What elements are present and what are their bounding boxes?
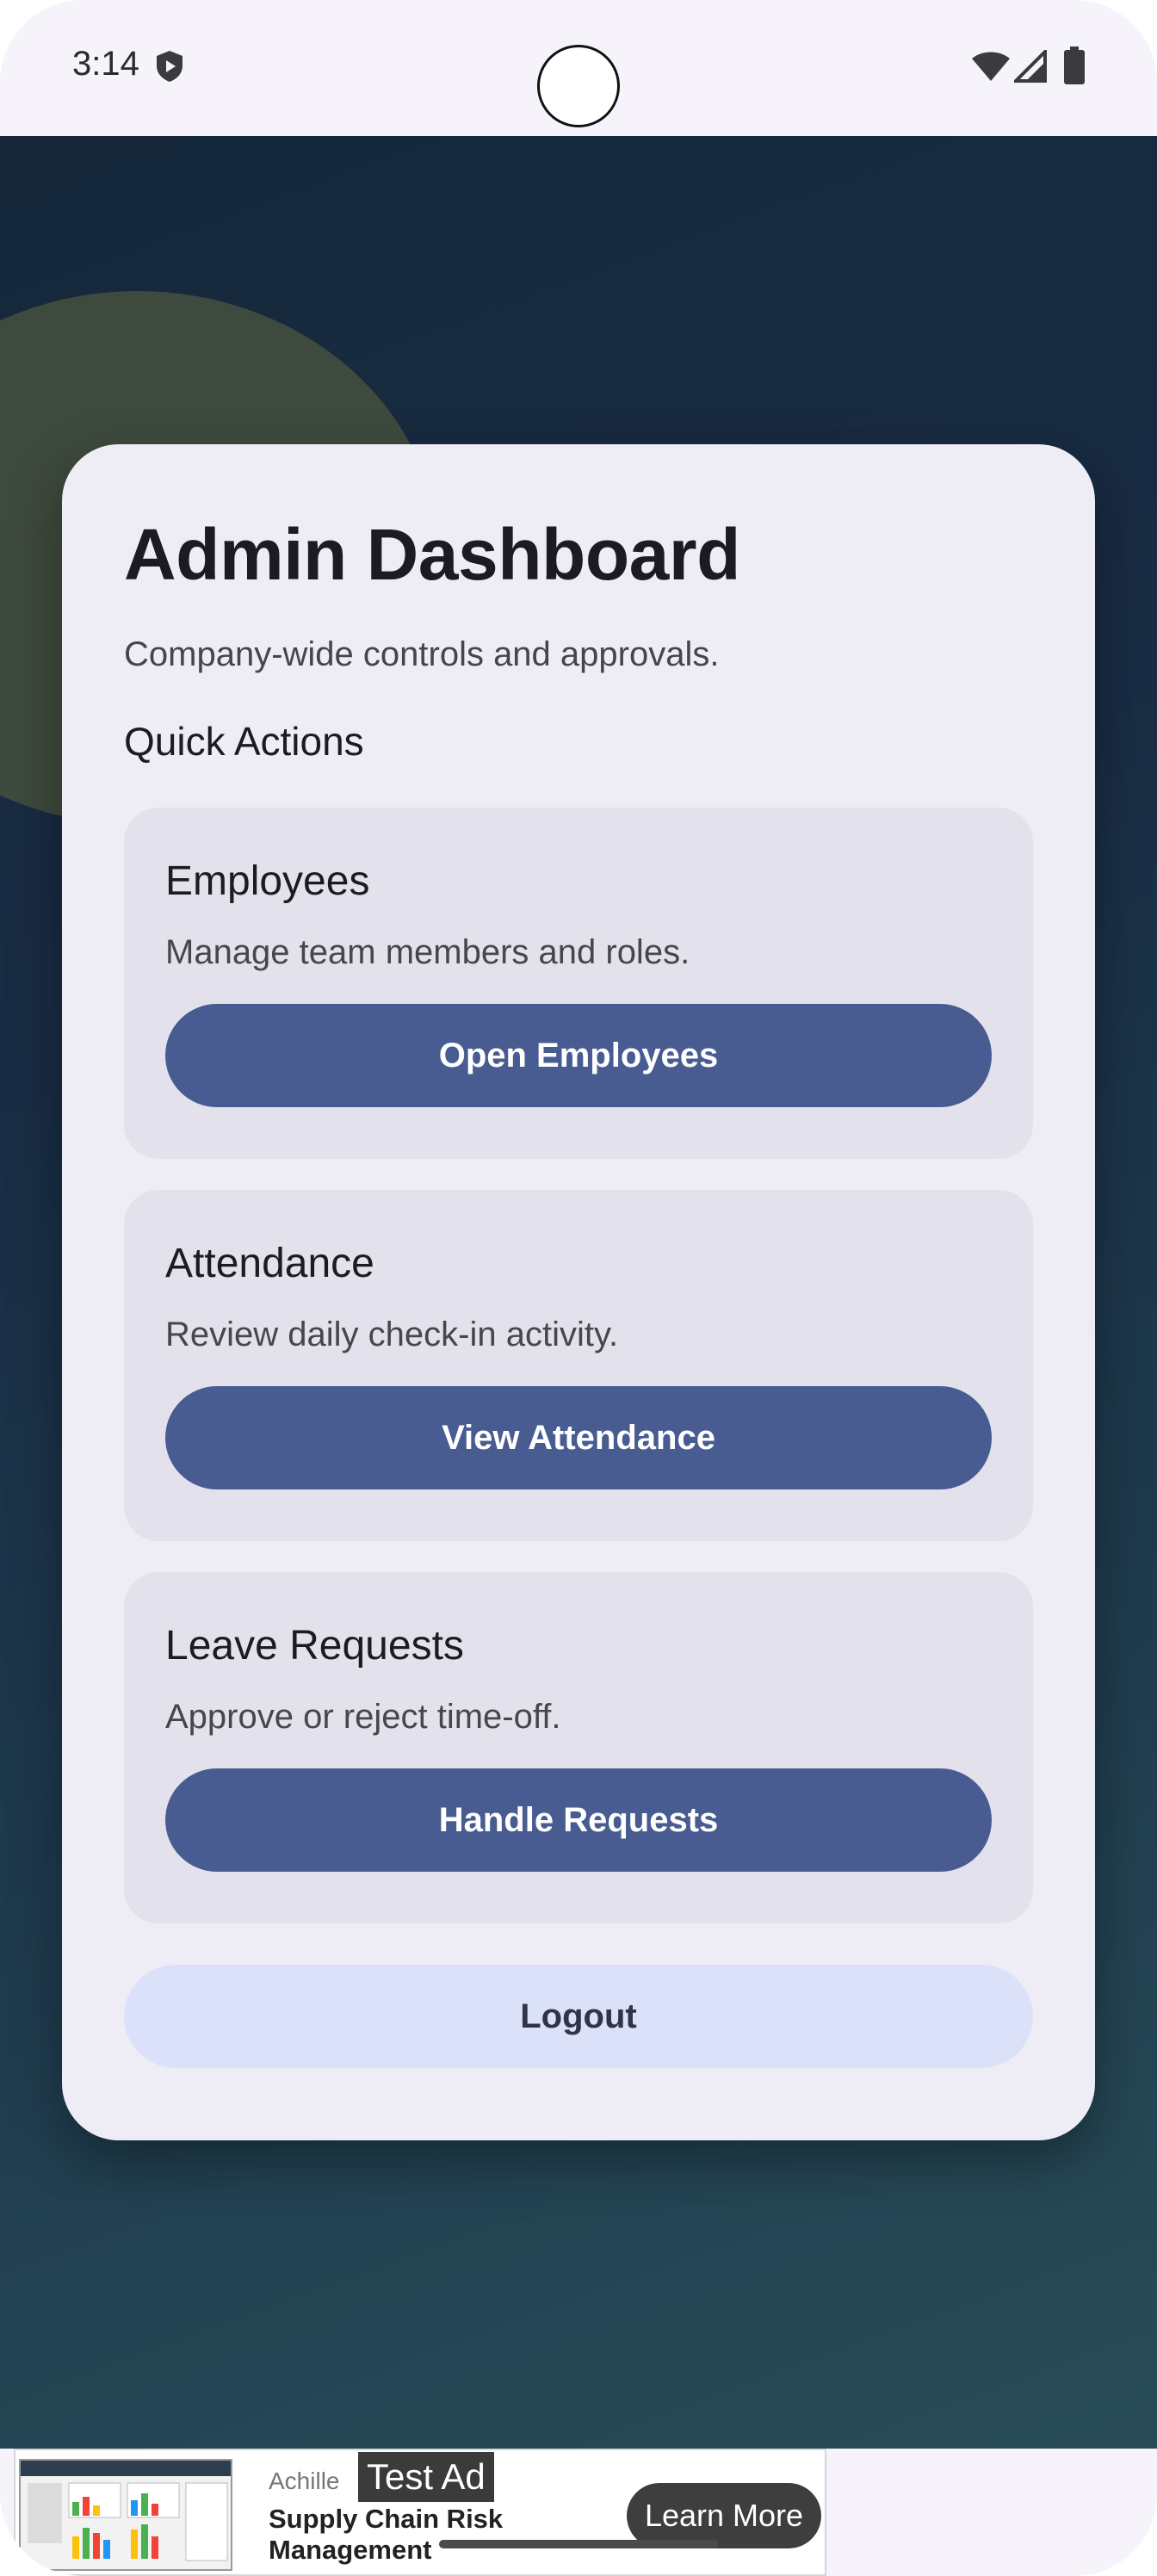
camera-cutout [537, 45, 620, 127]
section-title-quick-actions: Quick Actions [124, 719, 364, 764]
ad-badge: Test Ad [358, 2452, 494, 2502]
phone-screen: 3:14 Admin Dashboard Company-wide contro… [0, 0, 1157, 2576]
wifi-icon [972, 52, 1010, 81]
ad-brand: Achille [269, 2468, 340, 2494]
ad-container[interactable]: Achille Test Ad Supply Chain Risk Manage… [14, 2449, 826, 2576]
ad-thumbnail-header [21, 2461, 231, 2476]
ad-learn-more-button[interactable]: Learn More [627, 2483, 821, 2548]
ad-thumbnail-image[interactable] [19, 2459, 232, 2571]
logout-button[interactable]: Logout [124, 1965, 1033, 2068]
action-card-employees: Employees Manage team members and roles.… [124, 808, 1033, 1159]
view-attendance-button[interactable]: View Attendance [165, 1386, 992, 1489]
action-description: Review daily check-in activity. [165, 1316, 619, 1353]
action-card-leave-requests: Leave Requests Approve or reject time-of… [124, 1572, 1033, 1923]
signal-icon [1014, 50, 1047, 83]
open-employees-button[interactable]: Open Employees [165, 1004, 992, 1107]
shield-icon [157, 51, 183, 82]
battery-icon [1064, 46, 1085, 84]
action-title: Leave Requests [165, 1623, 464, 1669]
ad-headline[interactable]: Supply Chain Risk Management [269, 2504, 544, 2566]
ad-banner: Achille Test Ad Supply Chain Risk Manage… [0, 2449, 1157, 2576]
action-card-attendance: Attendance Review daily check-in activit… [124, 1190, 1033, 1541]
action-title: Attendance [165, 1241, 374, 1286]
status-bar: 3:14 [0, 0, 1157, 136]
handle-requests-button[interactable]: Handle Requests [165, 1768, 992, 1872]
page-title: Admin Dashboard [124, 514, 740, 595]
action-description: Manage team members and roles. [165, 933, 690, 971]
ad-thumbnail-chart [28, 2482, 228, 2561]
action-title: Employees [165, 858, 370, 904]
dashboard-card: Admin Dashboard Company-wide controls an… [62, 444, 1095, 2140]
navigation-handle[interactable] [439, 2540, 718, 2548]
status-time: 3:14 [72, 45, 139, 83]
page-subtitle: Company-wide controls and approvals. [124, 635, 720, 673]
action-description: Approve or reject time-off. [165, 1698, 561, 1736]
